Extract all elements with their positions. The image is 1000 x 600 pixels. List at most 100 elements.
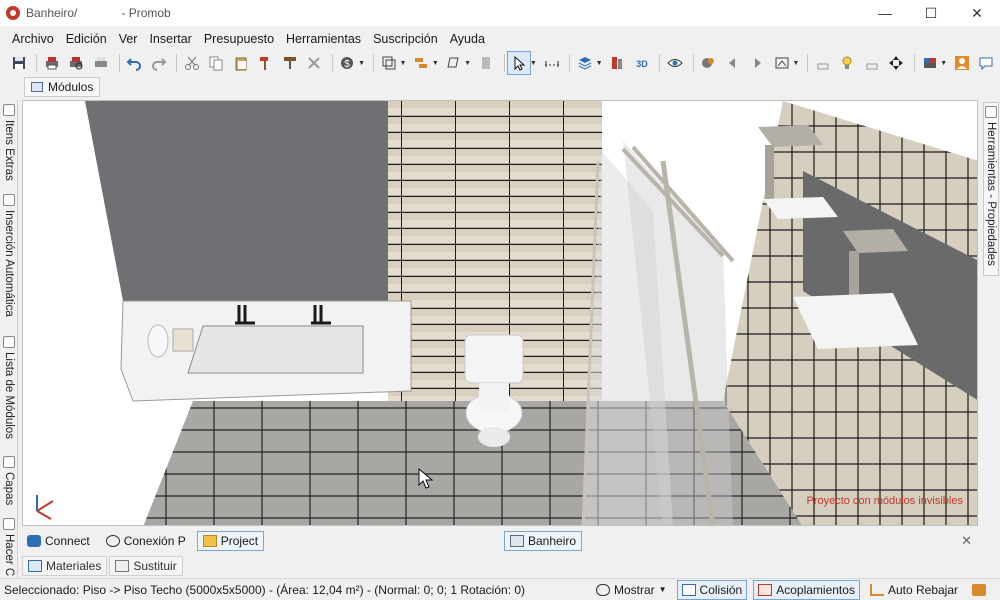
dock-tab-insercion-automatica[interactable]: Inserción Automática xyxy=(1,194,17,317)
invisible-modules-warning: Proyecto con módulos invisibles xyxy=(806,495,963,507)
dock-tab-hacer[interactable]: Hacer C xyxy=(1,518,17,576)
redo-icon[interactable] xyxy=(148,52,169,74)
copy-icon[interactable] xyxy=(206,52,227,74)
render-icon[interactable] xyxy=(698,52,719,74)
tab-modulos-label: Módulos xyxy=(48,80,94,94)
properties-icon xyxy=(985,106,997,118)
3d-viewport[interactable]: Proyecto con módulos invisibles xyxy=(22,100,978,526)
tab-project[interactable]: Project xyxy=(196,531,265,551)
dock-tab-label: Lista de Módulos xyxy=(3,352,15,439)
printer-icon[interactable] xyxy=(90,52,111,74)
delete-icon[interactable] xyxy=(303,52,324,74)
tab-connect[interactable]: Connect xyxy=(22,531,95,551)
window-controls: — ☐ ✕ xyxy=(862,0,1000,26)
menu-insertar[interactable]: Insertar xyxy=(143,28,197,50)
auto-lower-icon xyxy=(869,583,884,596)
palette-icon[interactable] xyxy=(919,52,940,74)
elevation-icon[interactable] xyxy=(607,52,628,74)
tab-materiales-label: Materiales xyxy=(46,559,102,573)
back-view-icon[interactable] xyxy=(722,52,743,74)
menu-suscripcion[interactable]: Suscripción xyxy=(367,28,444,50)
dropdown-small-icon-2[interactable] xyxy=(861,52,882,74)
close-button[interactable]: ✕ xyxy=(954,0,1000,26)
acoplamientos-toggle[interactable]: Acoplamientos xyxy=(753,579,860,600)
title-bar: Banheiro/ - Promob — ☐ ✕ xyxy=(0,0,1000,26)
print-icon[interactable] xyxy=(41,52,62,74)
eye-icon[interactable] xyxy=(664,52,685,74)
chevron-down-icon: ▼ xyxy=(658,585,667,594)
dock-tab-capas[interactable]: Capas xyxy=(1,456,17,505)
cut-icon[interactable] xyxy=(181,52,202,74)
select-icon[interactable] xyxy=(507,51,531,75)
connect-icon xyxy=(27,535,41,547)
layers-icon xyxy=(3,456,15,468)
document-icon xyxy=(510,535,524,547)
acoplamientos-label: Acoplamientos xyxy=(776,582,855,597)
measure-icon[interactable] xyxy=(541,52,562,74)
camera-view-icon[interactable] xyxy=(771,52,792,74)
extras-icon xyxy=(3,104,15,116)
paste-icon[interactable] xyxy=(230,52,251,74)
dropdown-small-icon[interactable] xyxy=(812,52,833,74)
main-toolbar: $ ▼ ▼ ▼ ▼ ▼ ▼ 3D ▼ ▼ xyxy=(0,50,1000,76)
shape-icon[interactable] xyxy=(443,52,464,74)
mostrar-button[interactable]: Mostrar ▼ xyxy=(592,580,671,600)
colision-toggle[interactable]: Colisión xyxy=(676,579,748,600)
menu-archivo[interactable]: Archivo xyxy=(6,28,60,50)
left-dock: Itens Extras Inserción Automática Lista … xyxy=(0,100,18,578)
close-document-icon[interactable]: ✕ xyxy=(961,533,972,549)
budget-icon[interactable]: $ xyxy=(337,52,358,74)
undo-icon[interactable] xyxy=(124,52,145,74)
minimize-button[interactable]: — xyxy=(862,0,908,26)
tab-modulos[interactable]: Módulos xyxy=(24,77,101,97)
save-icon[interactable] xyxy=(8,52,29,74)
maximize-button[interactable]: ☐ xyxy=(908,0,954,26)
dock-tab-herramientas-propiedades[interactable]: Herramientas - Propiedades xyxy=(983,102,999,276)
tab-conexion[interactable]: Conexión P xyxy=(101,531,191,551)
window-title-app: - Promob xyxy=(121,6,171,20)
light-bulb-icon[interactable] xyxy=(837,52,858,74)
dock-tab-itens-extras[interactable]: Itens Extras xyxy=(1,104,17,181)
tab-document-banheiro[interactable]: Banheiro xyxy=(504,531,583,551)
tab-sustituir[interactable]: Sustituir xyxy=(109,556,183,576)
menu-edicion[interactable]: Edición xyxy=(60,28,113,50)
menu-presupuesto[interactable]: Presupuesto xyxy=(198,28,280,50)
dock-tab-label: Herramientas - Propiedades xyxy=(985,122,997,266)
print-preview-icon[interactable] xyxy=(66,52,87,74)
move-icon[interactable] xyxy=(885,52,906,74)
dock-tab-label: Capas xyxy=(3,472,15,506)
folder-icon xyxy=(202,535,217,547)
auto-rebajar-toggle[interactable]: Auto Rebajar xyxy=(866,580,962,600)
mostrar-label: Mostrar xyxy=(613,582,655,597)
window-title-project: Banheiro/ xyxy=(26,6,78,20)
menu-ayuda[interactable]: Ayuda xyxy=(444,28,491,50)
decor-basket xyxy=(172,328,194,352)
group-icon[interactable] xyxy=(378,52,399,74)
tab-materiales[interactable]: Materiales xyxy=(22,556,108,576)
right-dock: Herramientas - Propiedades xyxy=(982,100,1000,530)
dock-tab-lista-modulos[interactable]: Lista de Módulos xyxy=(1,336,17,439)
chat-icon[interactable] xyxy=(976,52,997,74)
view-3d-icon[interactable]: 3D xyxy=(631,52,652,74)
forward-view-icon[interactable] xyxy=(747,52,768,74)
user-icon[interactable] xyxy=(951,52,972,74)
layers-icon[interactable] xyxy=(574,52,595,74)
status-bar: Seleccionado: Piso -> Piso Techo (5000x5… xyxy=(0,578,1000,600)
glasses-icon xyxy=(595,583,610,596)
menu-herramientas[interactable]: Herramientas xyxy=(280,28,367,50)
vase xyxy=(147,324,169,358)
material-tab-row: Materiales Sustituir xyxy=(22,556,185,576)
sink-basin xyxy=(187,325,364,374)
panel-icon[interactable] xyxy=(475,52,496,74)
tab-conexion-label: Conexión P xyxy=(123,534,186,548)
materials-icon xyxy=(28,560,42,572)
selection-status: Seleccionado: Piso -> Piso Techo (5000x5… xyxy=(4,582,526,597)
paint-roller-icon[interactable] xyxy=(279,52,300,74)
menu-ver[interactable]: Ver xyxy=(113,28,144,50)
align-icon[interactable] xyxy=(410,52,431,74)
wrench-button[interactable] xyxy=(968,580,994,600)
coupling-icon xyxy=(758,583,773,596)
hammer-icon[interactable] xyxy=(255,52,276,74)
tab-connect-label: Connect xyxy=(45,534,90,548)
wrench-icon xyxy=(972,583,986,596)
